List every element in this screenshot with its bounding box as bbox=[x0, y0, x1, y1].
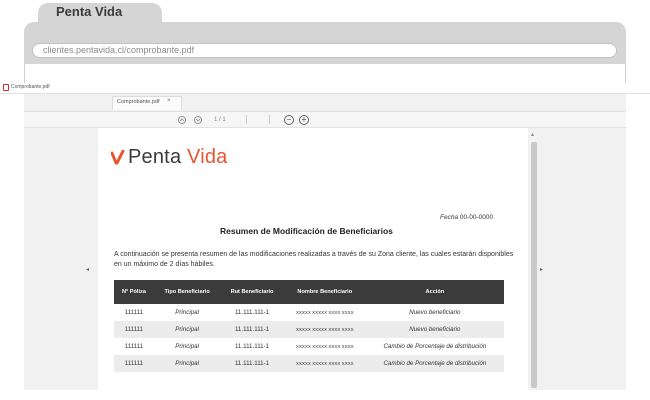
fecha-label: Fecha bbox=[440, 214, 459, 221]
close-icon[interactable]: × bbox=[167, 98, 171, 104]
cell-accion: Nuevo beneficiario bbox=[365, 321, 504, 338]
cell-poliza: 111111 bbox=[124, 309, 144, 316]
page-up-button[interactable] bbox=[178, 116, 186, 124]
table-row: 111111 Principal 11.111.111-1 XXXXX XXXX… bbox=[114, 304, 504, 321]
document-title: Resumen de Modificación de Beneficiarios bbox=[220, 226, 393, 236]
cell-nombre: XXXXX XXXXX XXXX XXXX bbox=[295, 344, 354, 349]
cell-rut: 11.111.111-1 bbox=[220, 321, 284, 338]
toolbar-separator bbox=[246, 115, 270, 124]
scroll-up-icon[interactable]: ▴ bbox=[531, 131, 534, 138]
col-poliza: N° Póliza bbox=[114, 280, 154, 304]
cell-nombre: XXXXX XXXXX XXXX XXXX bbox=[295, 310, 354, 315]
cell-rut: 11.111.111-1 bbox=[220, 355, 284, 372]
cell-accion: Nuevo beneficiario bbox=[409, 309, 461, 316]
zoom-out-button[interactable]: − bbox=[284, 115, 294, 125]
scrollbar-thumb[interactable] bbox=[531, 142, 537, 388]
logo-text: Penta Vida bbox=[128, 146, 228, 169]
table-row: 111111 Principal 11.111.111-1 XXXXX XXXX… bbox=[114, 355, 504, 372]
logo-primary: Penta bbox=[128, 146, 188, 168]
cell-rut: 11.111.111-1 bbox=[234, 309, 270, 316]
table-row: 111111 Principal 11.111.111-1 XXXXX XXXX… bbox=[114, 321, 504, 338]
prev-page-icon[interactable]: ◂ bbox=[86, 266, 89, 273]
cell-accion: Cambio de Porcentaje de distribución bbox=[383, 343, 487, 350]
fecha-value: 00-00-0000 bbox=[459, 214, 494, 221]
logo-accent: Vida bbox=[187, 146, 228, 168]
col-accion: Acción bbox=[365, 280, 504, 304]
col-tipo: Tipo Beneficiario bbox=[153, 280, 221, 304]
table-header-row: N° Póliza Tipo Beneficiario Rut Benefici… bbox=[114, 280, 504, 304]
address-url[interactable]: clientes.pentavida.cl/comprobante.pdf bbox=[43, 45, 194, 55]
page-indicator: 1 / 1 bbox=[214, 117, 226, 123]
file-bar-title: Comprobante.pdf bbox=[11, 84, 50, 90]
cell-poliza: 111111 bbox=[124, 343, 144, 350]
browser-tab-title: Penta Vida bbox=[56, 4, 123, 19]
page-down-button[interactable] bbox=[194, 116, 202, 124]
beneficiaries-table: N° Póliza Tipo Beneficiario Rut Benefici… bbox=[114, 280, 504, 372]
cell-poliza: 111111 bbox=[114, 355, 154, 372]
table-row: 111111 Principal 11.111.111-1 XXXXX XXXX… bbox=[114, 338, 504, 355]
file-bar bbox=[0, 83, 650, 94]
next-page-icon[interactable]: ▸ bbox=[540, 266, 543, 273]
pdf-file-icon bbox=[3, 84, 9, 91]
viewer-tab-title: Comprobante.pdf bbox=[117, 99, 160, 105]
cell-tipo: Principal bbox=[175, 309, 199, 316]
cell-tipo: Principal bbox=[175, 343, 199, 350]
cell-nombre: XXXXX XXXXX XXXX XXXX bbox=[283, 321, 366, 338]
cell-accion: Cambio de Porcentaje de distribución bbox=[365, 355, 504, 372]
viewer-toolbar bbox=[24, 112, 626, 128]
cell-tipo: Principal bbox=[153, 321, 221, 338]
cell-poliza: 111111 bbox=[114, 321, 154, 338]
cell-nombre: XXXXX XXXXX XXXX XXXX bbox=[283, 355, 366, 372]
cell-tipo: Principal bbox=[153, 355, 221, 372]
penta-vida-logo-icon bbox=[110, 149, 125, 171]
zoom-in-button[interactable]: + bbox=[299, 115, 309, 125]
col-rut: Rut Beneficiario bbox=[220, 280, 284, 304]
intro-paragraph: A continuación se presenta resumen de la… bbox=[114, 251, 514, 268]
cell-rut: 11.111.111-1 bbox=[234, 343, 270, 350]
col-nombre: Nombre Beneficiario bbox=[283, 280, 366, 304]
fecha-line: Fecha 00-00-0000 bbox=[440, 214, 493, 221]
